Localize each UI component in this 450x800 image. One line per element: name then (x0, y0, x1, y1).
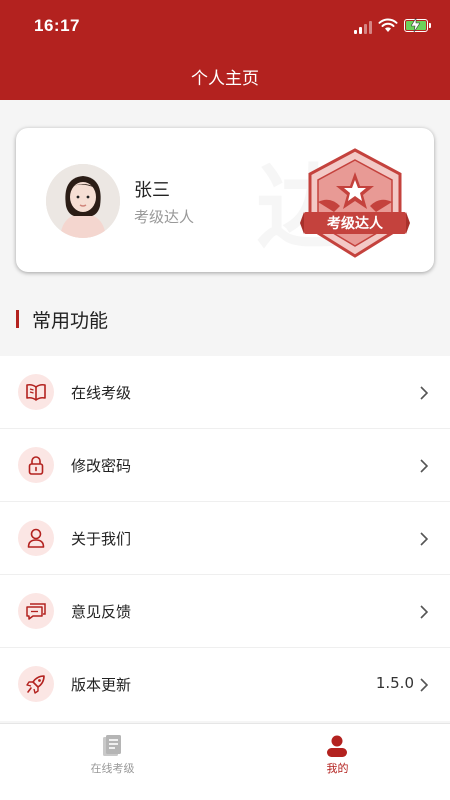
chevron-right-icon (420, 386, 428, 400)
bottom-tab-bar: 在线考级 我的 (0, 723, 450, 800)
tab-label: 在线考级 (90, 762, 135, 775)
menu-item-label: 版本更新 (71, 676, 132, 694)
status-bar: 16:17 (0, 0, 450, 52)
achievement-badge-icon: 考级达人 (300, 148, 410, 258)
profile-card[interactable]: 达 张三 考级达人 考级达人 (16, 128, 434, 272)
profile-icon (327, 735, 347, 757)
user-level-title: 考级达人 (134, 208, 195, 226)
header-bar: 16:17 个人主页 (0, 0, 450, 100)
chevron-right-icon (420, 678, 428, 692)
version-number: 1.5.0 (375, 674, 414, 692)
menu-item-label: 在线考级 (71, 384, 132, 402)
chevron-right-icon (420, 459, 428, 473)
rocket-icon (18, 666, 54, 702)
menu-item-version-update[interactable]: 版本更新 1.5.0 (0, 648, 450, 721)
avatar[interactable] (46, 164, 120, 238)
chevron-right-icon (420, 532, 428, 546)
lock-icon (18, 447, 54, 483)
section-title: 常用功能 (32, 310, 109, 332)
menu-item-feedback[interactable]: 意见反馈 (0, 575, 450, 648)
feedback-icon (18, 593, 54, 629)
status-time: 16:17 (34, 16, 80, 35)
wifi-icon (378, 18, 398, 32)
tab-online-exam[interactable]: 在线考级 (0, 724, 225, 800)
exam-icon (103, 735, 121, 756)
user-name: 张三 (134, 180, 170, 201)
menu-item-online-exam[interactable]: 在线考级 (0, 356, 450, 429)
section-accent-bar (16, 310, 19, 328)
menu-item-change-password[interactable]: 修改密码 (0, 429, 450, 502)
badge-text: 考级达人 (327, 215, 384, 232)
function-menu: 在线考级 修改密码 关于我们 意见反馈 版本更新 1.5.0 (0, 356, 450, 721)
battery-icon (404, 18, 431, 32)
menu-item-about-us[interactable]: 关于我们 (0, 502, 450, 575)
chevron-right-icon (420, 605, 428, 619)
menu-item-label: 意见反馈 (71, 603, 132, 621)
menu-item-label: 修改密码 (71, 457, 132, 475)
menu-item-label: 关于我们 (71, 530, 132, 548)
tab-label: 我的 (326, 762, 349, 775)
user-icon (18, 520, 54, 556)
page-title: 个人主页 (191, 69, 259, 89)
cellular-signal-icon (354, 20, 374, 34)
tab-mine[interactable]: 我的 (225, 724, 450, 800)
book-icon (18, 374, 54, 410)
